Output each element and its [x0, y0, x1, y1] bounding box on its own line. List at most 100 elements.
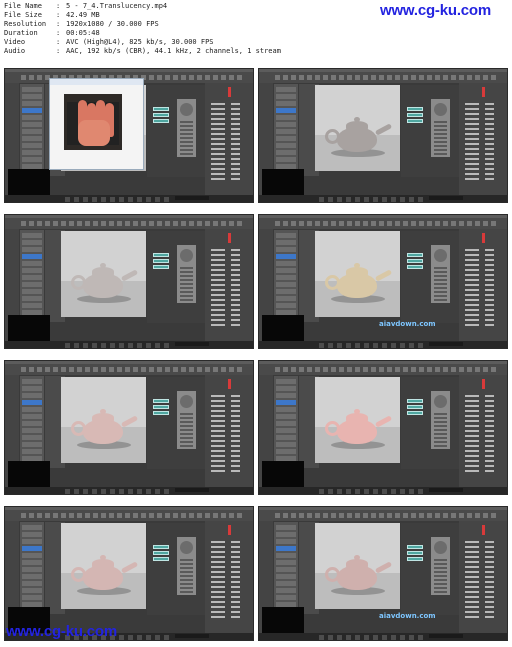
toolbar-icon [371, 75, 376, 80]
property-value [485, 128, 494, 130]
property-label [211, 274, 225, 276]
property-value [231, 274, 240, 276]
timeline-icon [391, 489, 396, 494]
info-row-file-name: File Name:5 - 7_4.Translucency.mp4 [4, 2, 168, 10]
property-label [211, 561, 225, 563]
property-value [485, 415, 494, 417]
property-label [211, 465, 225, 467]
material-editor [431, 99, 450, 157]
property-label [465, 405, 479, 407]
toolbar-icon [275, 221, 280, 226]
toolbar-icon [229, 513, 234, 518]
timeline-icon [101, 489, 106, 494]
toolbar-icon [355, 367, 360, 372]
timeline-icon [83, 489, 88, 494]
property-label [211, 309, 225, 311]
teapot-spout [374, 561, 393, 574]
property-value [231, 460, 240, 462]
panel-row [22, 129, 42, 134]
property-label [211, 611, 225, 613]
toolbar-icon [283, 367, 288, 372]
panel-row [276, 296, 296, 301]
material-slot-row [180, 145, 193, 147]
render-viewport [61, 231, 146, 317]
graph-node [153, 259, 169, 263]
property-value [485, 430, 494, 432]
toolbar-icon [379, 513, 384, 518]
toolbar-icon [141, 367, 146, 372]
active-indicator [482, 87, 485, 97]
timeline-icon [418, 489, 423, 494]
toolbar-icon [283, 75, 288, 80]
toolbar-icon [379, 75, 384, 80]
timeline-icon [364, 197, 369, 202]
material-slot-row [434, 445, 447, 447]
timeline-icon [364, 489, 369, 494]
toolbar-icon [197, 75, 202, 80]
property-label [211, 430, 225, 432]
toolbar [259, 218, 507, 229]
video-frame-thumbnail [4, 360, 254, 495]
material-slot-row [434, 413, 447, 415]
graph-node [407, 259, 423, 263]
panel-row [22, 442, 42, 447]
property-value [231, 571, 240, 573]
property-value [231, 556, 240, 558]
toolbar-icon [85, 367, 90, 372]
property-value [485, 309, 494, 311]
panel-row [22, 101, 42, 106]
property-label [211, 551, 225, 553]
teapot-body [337, 419, 377, 444]
graph-node [153, 411, 169, 415]
property-value [485, 460, 494, 462]
property-value [231, 606, 240, 608]
toolbar-icon [37, 75, 42, 80]
toolbar-icon [181, 221, 186, 226]
timeline-icon [137, 343, 142, 348]
material-slot-row [434, 271, 447, 273]
toolbar-icon [213, 513, 218, 518]
panel-row [22, 282, 42, 287]
property-label [465, 314, 479, 316]
property-label [465, 395, 479, 397]
property-label [211, 148, 225, 150]
toolbar-icon [29, 513, 34, 518]
property-value [485, 601, 494, 603]
toolbar-icon [117, 513, 122, 518]
property-label [465, 611, 479, 613]
material-slot-row [434, 429, 447, 431]
toolbar-icon [419, 75, 424, 80]
material-slot-row [180, 271, 193, 273]
property-value [485, 269, 494, 271]
property-value [485, 440, 494, 442]
property-label [465, 591, 479, 593]
property-value [485, 304, 494, 306]
toolbar-icon [371, 513, 376, 518]
panel-row [22, 421, 42, 426]
property-value [485, 289, 494, 291]
panel-row [22, 428, 42, 433]
toolbar-icon [221, 75, 226, 80]
panel-row [276, 254, 296, 259]
material-slot-row [434, 437, 447, 439]
timeline-icon [137, 635, 142, 640]
toolbar-icon [483, 513, 488, 518]
panel-row [276, 442, 296, 447]
toolbar-icon [157, 221, 162, 226]
toolbar-icon [443, 513, 448, 518]
panel-row [276, 275, 296, 280]
panel-row [276, 143, 296, 148]
material-slot-row [180, 559, 193, 561]
toolbar-icon [435, 221, 440, 226]
palm [78, 120, 110, 146]
property-label [211, 566, 225, 568]
property-value [231, 133, 240, 135]
toolbar-icon [299, 513, 304, 518]
video-frame-thumbnail [4, 68, 254, 203]
timeline-icon [164, 635, 169, 640]
panel-row [22, 393, 42, 398]
node-graph [147, 231, 205, 323]
timeline-icon [74, 343, 79, 348]
timeline-icon [409, 489, 414, 494]
graph-node [407, 113, 423, 117]
